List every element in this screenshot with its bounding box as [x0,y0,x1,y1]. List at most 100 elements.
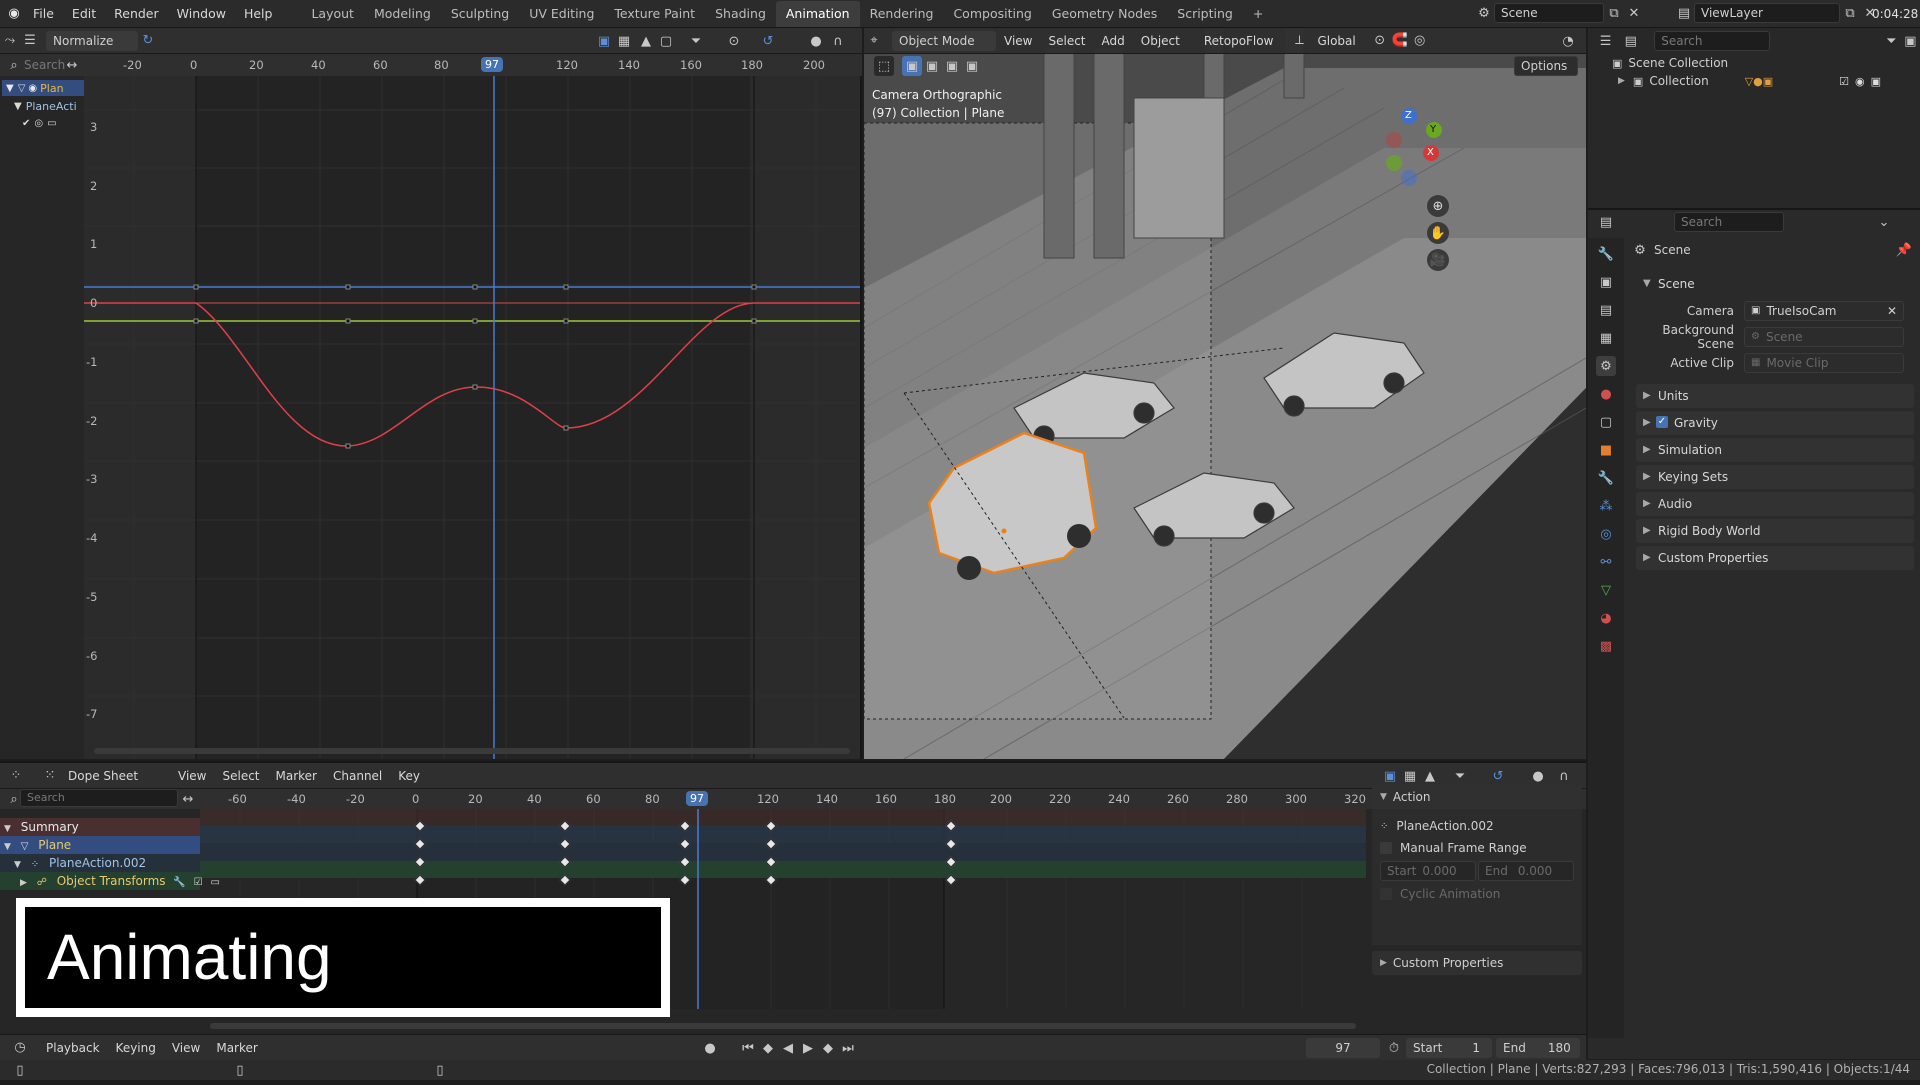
modifier-tab-icon[interactable]: 🔧 [1596,468,1616,488]
swap-icon[interactable]: ↔ [178,789,198,809]
graph-canvas[interactable] [84,76,860,759]
collection-tab-icon[interactable]: ▢ [1596,412,1616,432]
pan-hand-icon[interactable]: ✋ [1428,223,1448,243]
action-name-row[interactable]: ⁘ PlaneAction.002 [1380,815,1574,837]
gizmo-x-label[interactable]: X [1427,147,1434,158]
modifier-icon[interactable]: ✔ [22,118,30,129]
current-frame-field[interactable]: 97 [1306,1038,1380,1058]
outliner-scene-collection[interactable]: ▣ Scene Collection [1612,56,1728,70]
lock-channel-icon[interactable]: ▭ [47,118,56,129]
world-tab-icon[interactable]: ● [1596,384,1616,404]
curve-falloff-icon[interactable]: ∩ [1554,766,1574,786]
channel-search-input[interactable]: Search [24,58,65,72]
channel-action[interactable]: ▼ ⁘ PlaneAction.002 [0,854,200,872]
menu-add[interactable]: Add [1094,28,1133,54]
menu-marker[interactable]: Marker [208,1035,265,1061]
menu-object[interactable]: Object [1133,28,1188,54]
menu-view[interactable]: View [164,1035,208,1061]
expand-icon[interactable]: ▶ [1618,76,1625,86]
editor-type-icon[interactable]: ◷ [10,1038,30,1058]
scene-field[interactable]: Scene [1494,3,1604,23]
eye-icon[interactable]: ◉ [1855,75,1865,88]
menu-toggle-icon[interactable]: ☰ [20,31,40,51]
eye-icon[interactable]: ◉ [28,83,37,94]
end-frame-field[interactable]: End 180 [1496,1038,1580,1058]
output-tab-icon[interactable]: ▤ [1596,300,1616,320]
new-view-layer-icon[interactable]: ⧉ [1840,3,1860,23]
tab-shading[interactable]: Shading [705,1,776,27]
proportional-icon[interactable]: ● [1528,766,1548,786]
manual-frame-range-row[interactable]: Manual Frame Range [1380,837,1574,859]
action-custom-props-panel[interactable]: ▶ Custom Properties [1372,951,1582,975]
channel-summary[interactable]: ▼ Summary [0,818,200,836]
show-hidden-icon[interactable]: ▦ [1400,766,1420,786]
proportional-edit-icon[interactable]: ◎ [1410,31,1430,51]
units-panel[interactable]: ▶ Units [1636,384,1914,408]
exclude-checkbox-icon[interactable]: ☑ [1839,75,1849,88]
curve-falloff-icon[interactable]: ∩ [828,31,848,51]
tab-animation[interactable]: Animation [775,1,860,27]
cyclic-row[interactable]: Cyclic Animation [1380,883,1574,905]
new-scene-icon[interactable]: ⧉ [1604,3,1624,23]
only-selected-icon[interactable]: ▣ [1380,766,1400,786]
menu-marker[interactable]: Marker [268,763,325,789]
active-clip-field[interactable]: ▦ Movie Clip [1744,353,1904,373]
menu-keying[interactable]: Keying [108,1035,164,1061]
menu-playback[interactable]: Playback [38,1035,108,1061]
current-frame-badge[interactable]: 97 [481,57,503,72]
menu-help[interactable]: Help [235,0,282,28]
lock-icon[interactable]: ▭ [210,877,219,888]
select-filter-icon[interactable]: ▣ [594,31,614,51]
expand-icon[interactable]: ▼ [6,83,14,94]
editor-type-icon[interactable]: ⁘ [6,766,26,786]
camera-field[interactable]: ▣ TrueIsoCam ✕ [1744,301,1904,321]
tab-rendering[interactable]: Rendering [860,1,944,27]
filter-icon[interactable]: ⏷ [1882,31,1901,51]
channel-plane[interactable]: ▼ ▽ Plane [0,836,200,854]
menu-window[interactable]: Window [168,0,235,28]
scene-panel-header[interactable]: ▼ Scene [1636,272,1914,296]
scene-selector[interactable]: ⚙ Scene ⧉ ✕ [1474,3,1644,23]
channel-toggles[interactable]: ✔ ◎ ▭ [22,116,72,130]
tab-compositing[interactable]: Compositing [943,1,1041,27]
start-frame-field[interactable]: Start 1 [1406,1038,1492,1058]
tab-scripting[interactable]: Scripting [1167,1,1243,27]
play-reverse-icon[interactable]: ◀ [778,1038,798,1058]
menu-edit[interactable]: Edit [63,0,105,28]
options-dropdown[interactable]: Options [1514,56,1578,76]
select-extend-icon[interactable]: ▣ [922,56,942,76]
filter-icon[interactable]: ⏷ [686,31,706,51]
blender-logo-icon[interactable]: ◉ [4,4,24,24]
tab-uv-editing[interactable]: UV Editing [519,1,604,27]
expand-icon[interactable]: ▼ [14,101,22,112]
tab-modeling[interactable]: Modeling [364,1,441,27]
data-tab-icon[interactable]: ▽ [1596,580,1616,600]
snap-icon[interactable]: 🧲 [1390,31,1410,51]
stopwatch-icon[interactable]: ⏱ [1384,1038,1404,1058]
gravity-panel[interactable]: ▶ ✓ Gravity [1636,411,1914,435]
menu-view[interactable]: View [996,28,1040,54]
gizmo-y-label[interactable]: Y [1430,124,1436,135]
snap-icon[interactable]: ↺ [1488,766,1508,786]
warning-filter-icon[interactable]: ▲ [636,31,656,51]
select-subtract-icon[interactable]: ▣ [942,56,962,76]
mute-checkbox-icon[interactable]: ☑ [194,877,203,888]
expand-icon[interactable]: ▶ [20,878,27,888]
particles-tab-icon[interactable]: ⁂ [1596,496,1616,516]
view-layer-field[interactable]: ViewLayer [1694,3,1840,23]
record-icon[interactable]: ● [700,1038,720,1058]
view-layer-tab-icon[interactable]: ▦ [1596,328,1616,348]
menu-file[interactable]: File [24,0,63,28]
lock-icon[interactable]: ▢ [656,31,676,51]
menu-retopoflow[interactable]: RetopoFlow [1196,28,1282,54]
audio-panel[interactable]: ▶ Audio [1636,492,1914,516]
proportional-icon[interactable]: ● [806,31,826,51]
object-tab-icon[interactable]: ■ [1596,440,1616,460]
channel-plane[interactable]: ▼ ▽ ◉ Plane [2,80,84,96]
pin-icon[interactable]: 📌 [1894,240,1914,260]
outliner-search-input[interactable]: Search [1654,31,1770,51]
zoom-icon[interactable]: ⊕ [1428,196,1448,216]
dope-sheet-mode-dropdown[interactable]: Dope Sheet [60,763,170,789]
clear-icon[interactable]: ✕ [1887,302,1897,320]
prev-keyframe-icon[interactable]: ◆ [758,1038,778,1058]
